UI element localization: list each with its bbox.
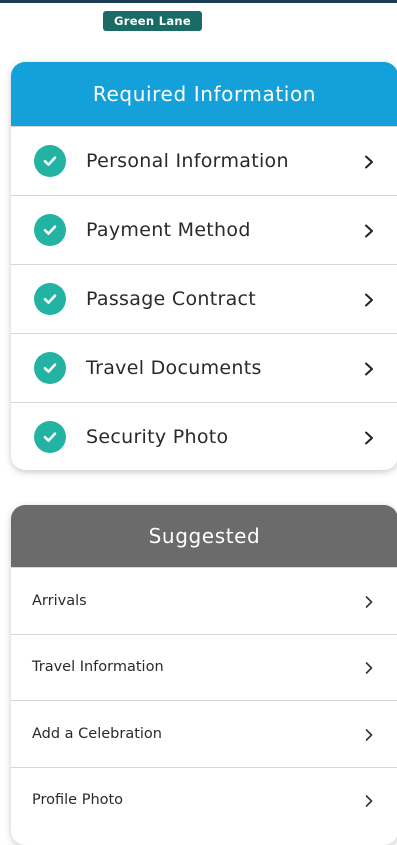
suggested-item-label: Arrivals — [32, 592, 87, 609]
required-item-label: Personal Information — [86, 150, 289, 172]
required-item-payment-method[interactable]: Payment Method — [11, 195, 397, 264]
suggested-item-label: Travel Information — [32, 659, 164, 676]
chevron-right-icon — [362, 594, 376, 608]
required-item-passage-contract[interactable]: Passage Contract — [11, 264, 397, 333]
green-lane-badge: Green Lane — [103, 11, 202, 31]
check-circle-icon — [34, 214, 66, 246]
check-circle-icon — [34, 283, 66, 315]
suggested-item-arrivals[interactable]: Arrivals — [11, 567, 397, 634]
suggested-card: Suggested Arrivals Travel Information Ad… — [11, 505, 397, 845]
suggested-item-add-a-celebration[interactable]: Add a Celebration — [11, 700, 397, 767]
suggested-item-profile-photo[interactable]: Profile Photo — [11, 766, 397, 834]
chevron-right-icon — [362, 727, 376, 741]
chevron-right-icon — [362, 660, 376, 675]
chevron-right-icon — [362, 793, 376, 808]
required-item-label: Payment Method — [86, 219, 251, 241]
required-information-title: Required Information — [11, 62, 397, 126]
suggested-item-label: Add a Celebration — [32, 725, 162, 742]
check-circle-icon — [34, 145, 66, 177]
required-item-label: Security Photo — [86, 426, 229, 448]
chevron-right-icon — [362, 223, 376, 238]
chevron-right-icon — [362, 430, 376, 445]
suggested-title: Suggested — [11, 505, 397, 567]
required-item-label: Passage Contract — [86, 288, 257, 310]
suggested-item-label: Profile Photo — [32, 792, 124, 809]
required-item-personal-information[interactable]: Personal Information — [11, 126, 397, 195]
suggested-item-travel-information[interactable]: Travel Information — [11, 633, 397, 701]
chevron-right-icon — [362, 154, 376, 169]
chevron-right-icon — [362, 361, 376, 376]
required-information-card: Required Information Personal Informatio… — [11, 62, 397, 470]
required-item-security-photo[interactable]: Security Photo — [11, 402, 397, 470]
required-item-travel-documents[interactable]: Travel Documents — [11, 333, 397, 402]
check-circle-icon — [34, 352, 66, 384]
chevron-right-icon — [362, 292, 376, 307]
required-item-label: Travel Documents — [86, 357, 262, 379]
top-divider — [0, 0, 397, 3]
check-circle-icon — [34, 421, 66, 453]
